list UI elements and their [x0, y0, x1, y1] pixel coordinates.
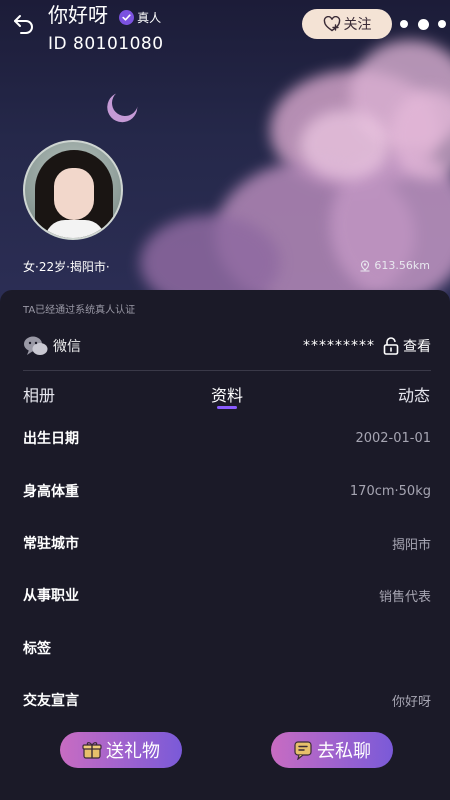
- private-chat-label: 去私聊: [317, 741, 371, 762]
- info-value: 揭阳市: [391, 537, 431, 553]
- avatar[interactable]: [23, 140, 123, 240]
- info-value: 销售代表: [378, 589, 431, 605]
- wechat-icon: [24, 336, 48, 355]
- wechat-label: 微信: [53, 339, 81, 355]
- profile-summary: 女·22岁·揭阳市·: [23, 260, 110, 274]
- info-label: 常驻城市: [23, 536, 79, 552]
- profile-header-background: 你好呀 真人 ID 80101080 关注 女·22岁·揭阳市· 613.56k…: [0, 0, 450, 310]
- distance-value: 613.56km: [374, 259, 430, 272]
- back-button[interactable]: [12, 12, 36, 36]
- heart-plus-icon: [323, 16, 340, 32]
- info-label: 标签: [23, 641, 51, 657]
- divider: [23, 370, 431, 371]
- info-row-height-weight: 身高体重 170cm·50kg: [23, 479, 431, 503]
- tab-feed[interactable]: 动态: [398, 382, 430, 406]
- wechat-value: *********: [303, 338, 375, 354]
- info-row-occupation: 从事职业 销售代表: [23, 583, 431, 607]
- wechat-row: 微信 ********* 查看: [23, 330, 431, 362]
- info-value: 170cm·50kg: [349, 483, 431, 499]
- verification-note: TA已经通过系统真人认证: [23, 305, 136, 316]
- info-row-birthday: 出生日期 2002-01-01: [23, 426, 431, 450]
- user-name: 你好呀: [48, 3, 108, 27]
- gift-icon: [82, 742, 102, 759]
- lock-icon: [383, 337, 399, 355]
- tab-info[interactable]: 资料: [211, 382, 243, 406]
- verified-label: 真人: [137, 11, 162, 25]
- cloud: [300, 110, 390, 180]
- send-gift-button[interactable]: 送礼物: [60, 732, 182, 768]
- info-row-tags: 标签: [23, 636, 431, 660]
- more-button[interactable]: [400, 14, 446, 34]
- distance: 613.56km: [359, 259, 430, 272]
- info-value: 2002-01-01: [355, 430, 431, 446]
- tab-album[interactable]: 相册: [23, 382, 55, 406]
- active-tab-indicator: [217, 406, 237, 409]
- private-chat-button[interactable]: 去私聊: [271, 732, 393, 768]
- verified-badge: 真人: [119, 9, 161, 26]
- info-label: 交友宣言: [23, 693, 79, 709]
- follow-label: 关注: [343, 17, 372, 33]
- more-icon: [417, 18, 429, 30]
- user-id: ID 80101080: [48, 34, 164, 54]
- info-row-declaration: 交友宣言 你好呀: [23, 688, 431, 712]
- location-icon: [360, 259, 370, 271]
- verified-icon: [119, 10, 135, 25]
- info-label: 出生日期: [23, 431, 79, 447]
- info-label: 从事职业: [23, 588, 79, 604]
- chat-icon: [294, 741, 312, 760]
- view-wechat-link[interactable]: 查看: [403, 336, 431, 356]
- profile-title: 你好呀 真人 ID 80101080: [48, 2, 164, 54]
- moon-decoration: [108, 86, 141, 119]
- info-row-city: 常驻城市 揭阳市: [23, 531, 431, 555]
- back-icon: [14, 15, 33, 34]
- send-gift-label: 送礼物: [106, 741, 160, 762]
- info-value: 你好呀: [391, 694, 431, 710]
- more-icon: [438, 20, 446, 28]
- info-label: 身高体重: [23, 484, 79, 500]
- follow-button[interactable]: 关注: [302, 9, 392, 39]
- more-icon: [400, 20, 408, 28]
